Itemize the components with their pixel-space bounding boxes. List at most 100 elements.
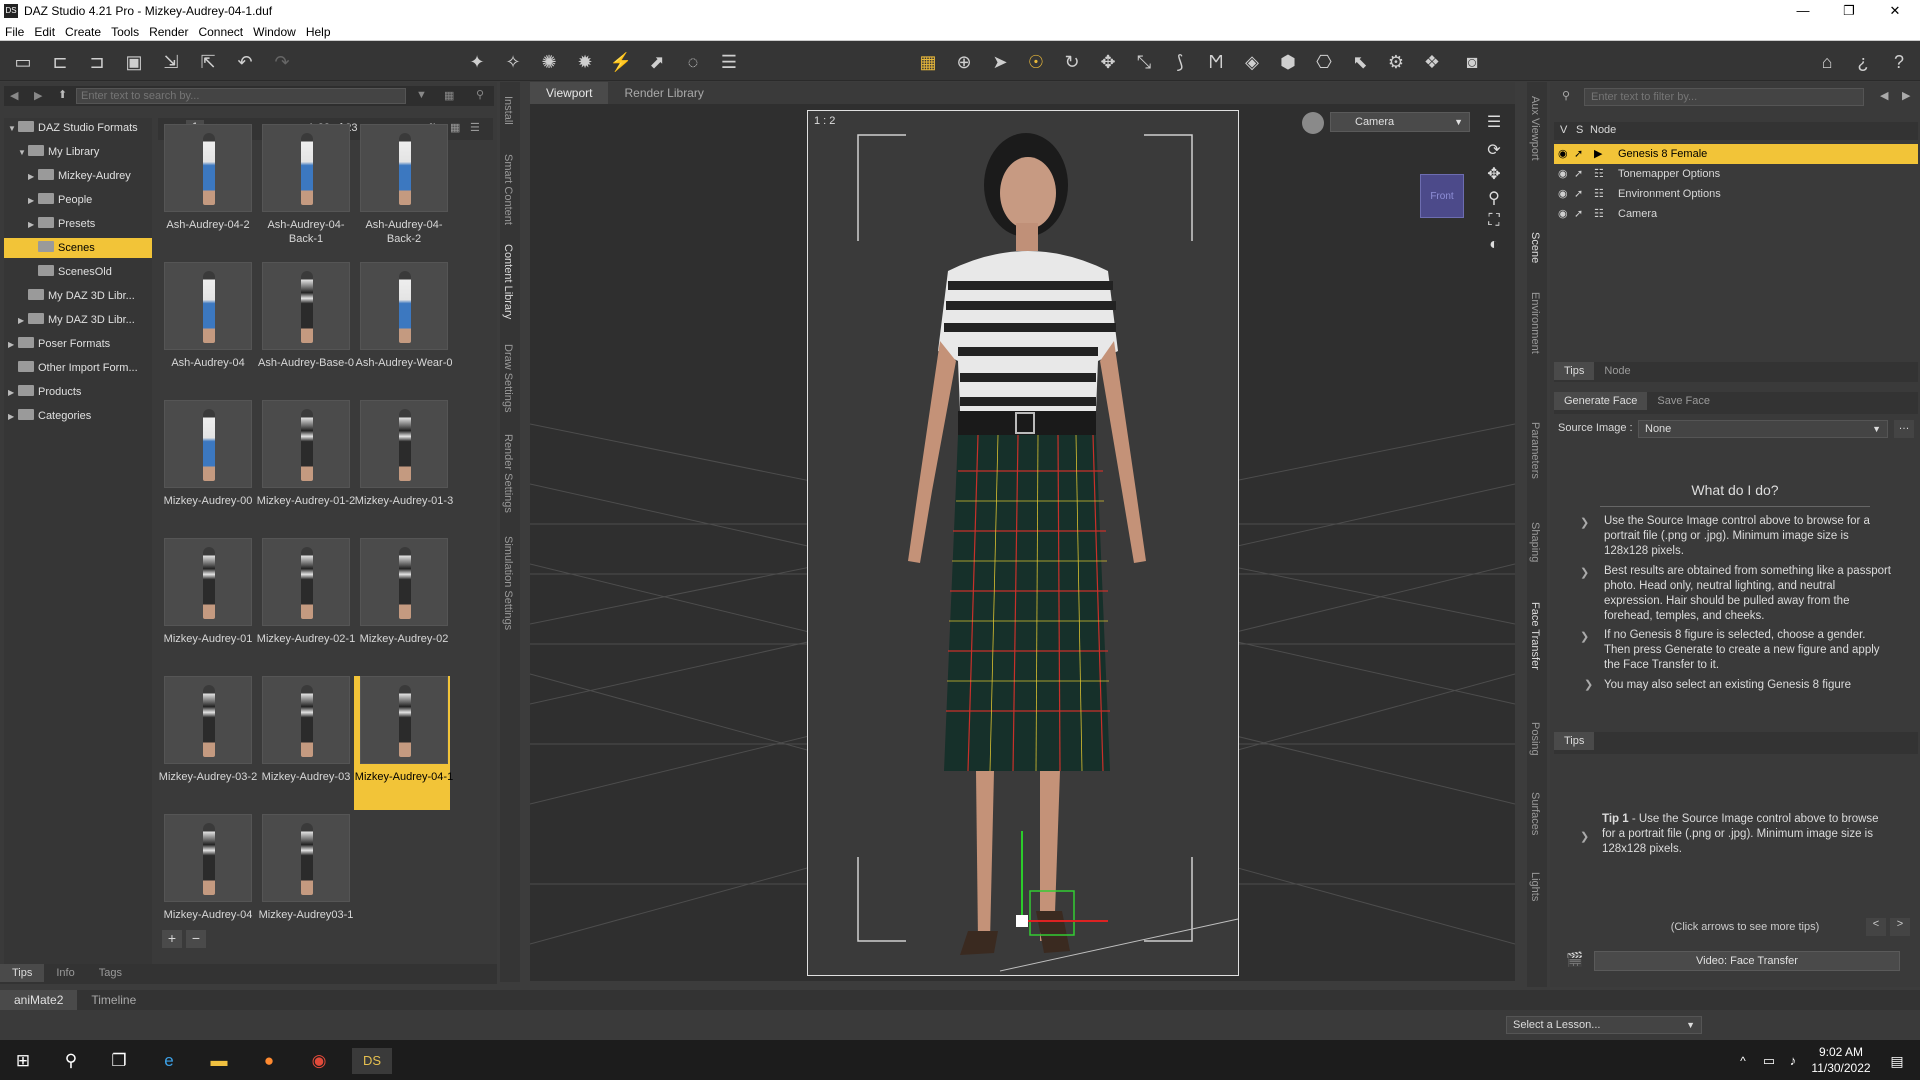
file-explorer-icon[interactable]: ▬ [206,1048,232,1074]
tree-expand-icon[interactable]: ▶ [18,311,28,331]
geometry-tool-icon[interactable]: ⬢ [1275,49,1301,75]
camera-add-icon[interactable]: ⬈ [644,49,670,75]
lesson-select[interactable]: Select a Lesson... ▼ [1506,1016,1702,1034]
orbit-icon[interactable]: ⟳ [1483,140,1505,162]
menu-connect[interactable]: Connect [193,23,248,39]
select-arrow-icon[interactable]: ➚ [1574,204,1588,224]
tree-expand-icon[interactable]: ▼ [8,119,18,139]
tray-chevron-icon[interactable]: ^ [1730,1048,1756,1074]
scale-tool-icon[interactable]: ⤡ [1131,49,1157,75]
minimize-button[interactable]: — [1780,0,1826,23]
vertical-tab[interactable]: Lights [1529,872,1541,901]
light-tool-icon[interactable]: ✧ [500,49,526,75]
notifications-icon[interactable]: ▤ [1884,1048,1910,1074]
help-icon[interactable]: ? [1886,49,1912,75]
pose-tool-icon[interactable]: ☉ [1023,49,1049,75]
maximize-button[interactable]: ❐ [1826,0,1872,23]
whats-this-icon[interactable]: ¿ [1850,49,1876,75]
new-file-icon[interactable]: ▭ [10,49,36,75]
back-arrow-icon[interactable]: ◀ [10,89,18,102]
tree-expand-icon[interactable]: ▶ [8,335,18,355]
visibility-eye-icon[interactable]: ◉ [1558,164,1572,184]
point-light-icon[interactable]: ✹ [572,49,598,75]
menu-tools[interactable]: Tools [106,23,144,39]
forward-arrow-icon[interactable]: ▶ [34,89,42,102]
visibility-eye-icon[interactable]: ◉ [1558,184,1572,204]
viewport[interactable]: 1 : 2 Camera ▼ Front ☰ ⟳ ✥ ⚲ ⛶ ◐ [530,104,1515,981]
view-cube[interactable]: Front [1420,174,1464,218]
tree-node[interactable]: ▶ Products [4,382,152,402]
rotate-tool-icon[interactable]: ↻ [1059,49,1085,75]
spot-render-icon[interactable]: ⬉ [1347,49,1373,75]
select-tool-icon[interactable]: ➤ [987,49,1013,75]
view-options-icon[interactable]: ▦ [444,89,454,102]
vertical-tab[interactable]: Content Library [502,244,514,319]
vertical-tab[interactable]: Face Transfer [1529,602,1541,670]
scene-filter-input[interactable] [1584,88,1864,106]
tree-expand-icon[interactable]: ▶ [28,167,38,187]
content-item[interactable]: Mizkey-Audrey-00 [158,400,254,534]
content-item[interactable]: Ash-Audrey-Wear-0 [354,262,453,396]
draw-style-icon[interactable] [1302,112,1324,134]
dotted-circle-icon[interactable]: ◌ [680,49,706,75]
taskbar-search-icon[interactable]: ⚲ [58,1048,84,1074]
daz-studio-taskbar-icon[interactable]: DS [352,1048,392,1074]
visibility-eye-icon[interactable]: ◉ [1558,204,1572,224]
tree-node[interactable]: My DAZ 3D Libr... [4,286,152,306]
search-icon[interactable]: ⚲ [476,88,484,101]
merge-file-icon[interactable]: ⊐ [84,49,110,75]
list-icon[interactable]: ☰ [716,49,742,75]
menu-edit[interactable]: Edit [29,23,60,39]
search-dropdown-icon[interactable]: ▼ [416,89,427,101]
vertical-tab[interactable]: Parameters [1529,422,1541,479]
tree-node[interactable]: ▶ Poser Formats [4,334,152,354]
grid-tool-icon[interactable]: ▦ [915,49,941,75]
vertical-tab[interactable]: Draw Settings [502,344,514,412]
import-icon[interactable]: ⇲ [158,49,184,75]
vertical-tab[interactable]: Scene [1529,232,1541,263]
tab-save-face[interactable]: Save Face [1647,392,1720,410]
vertical-tab[interactable]: Surfaces [1529,792,1541,835]
network-icon[interactable]: ▭ [1756,1048,1782,1074]
content-item[interactable]: Ash-Audrey-Base-0 [256,262,354,396]
prev-tip-button[interactable]: < [1866,918,1886,936]
spot-light-icon[interactable]: ✺ [536,49,562,75]
render-icon[interactable]: ❖ [1419,49,1445,75]
vertical-tab[interactable]: Render Settings [502,434,514,513]
remove-button[interactable]: − [186,930,206,948]
scene-node[interactable]: ◉ ➚ ☷ Camera [1554,204,1918,224]
frame-icon[interactable]: ⛶ [1483,212,1505,234]
chrome-icon[interactable]: ◉ [306,1048,332,1074]
joint-editor-icon[interactable]: ⟆ [1167,49,1193,75]
tab-viewport[interactable]: Viewport [530,82,609,104]
tab-tags[interactable]: Tags [87,964,134,982]
firefox-icon[interactable]: ● [256,1048,282,1074]
create-figure-icon[interactable]: ✦ [464,49,490,75]
render-settings-icon[interactable]: ⚙ [1383,49,1409,75]
tree-node[interactable]: ▶ People [4,190,152,210]
tree-node[interactable]: ▶ Mizkey-Audrey [4,166,152,186]
library-search-input[interactable] [76,88,406,104]
up-arrow-icon[interactable]: ⬆ [58,88,67,101]
export-icon[interactable]: ⇱ [195,49,221,75]
save-icon[interactable]: ▣ [121,49,147,75]
video-face-transfer-button[interactable]: Video: Face Transfer [1594,951,1900,971]
zoom-icon[interactable]: ⚲ [1483,188,1505,210]
tab-animate2[interactable]: aniMate2 [0,990,78,1010]
vertical-tab[interactable]: Simulation Settings [502,536,514,630]
content-item[interactable]: Ash-Audrey-04-Back-1 [256,124,352,258]
tab-timeline[interactable]: Timeline [77,990,150,1010]
node-weight-icon[interactable]: Ϻ [1203,49,1229,75]
viewport-menu-icon[interactable]: ☰ [1483,112,1505,134]
tab-scene-tips[interactable]: Tips [1554,362,1595,380]
tree-expand-icon[interactable]: ▶ [28,215,38,235]
vertical-tab[interactable]: Posing [1529,722,1541,756]
tree-node[interactable]: ▶ Categories [4,406,152,426]
render-camera-icon[interactable]: ◙ [1459,49,1485,75]
content-item[interactable]: Mizkey-Audrey-01 [158,538,254,672]
content-item[interactable]: Mizkey-Audrey03-1 [256,814,353,948]
vertical-tab[interactable]: Smart Content [502,154,514,225]
content-item[interactable]: Ash-Audrey-04-Back-2 [354,124,450,258]
scene-node[interactable]: ◉ ➚ ▶ ☺ Genesis 8 Female [1554,144,1918,180]
tree-expand-icon[interactable]: ▶ [8,383,18,403]
